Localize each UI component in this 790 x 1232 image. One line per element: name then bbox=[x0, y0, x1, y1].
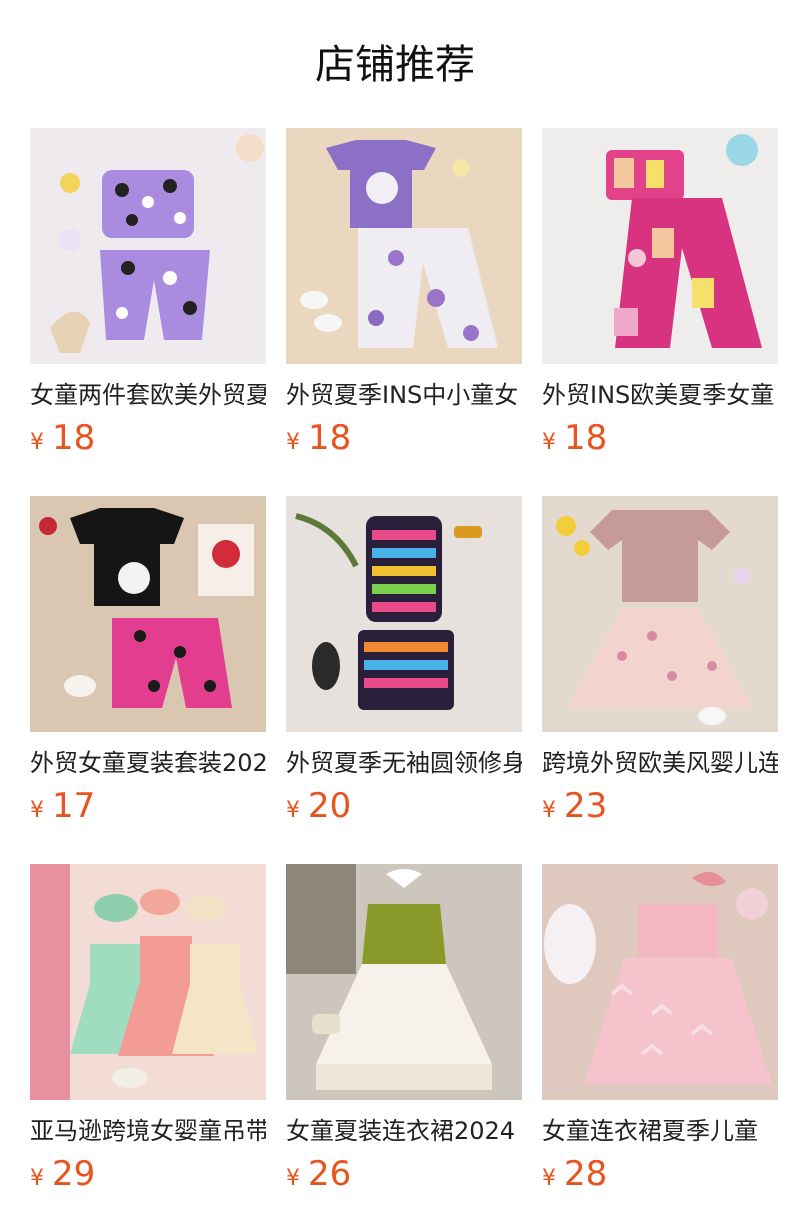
price-amount: 23 bbox=[564, 786, 608, 826]
product-price: ¥17 bbox=[30, 786, 266, 832]
product-price: ¥18 bbox=[30, 418, 266, 464]
product-card[interactable]: 外贸夏季INS中小童女 ¥18 bbox=[286, 128, 522, 496]
price-amount: 26 bbox=[308, 1154, 352, 1194]
product-card[interactable]: 外贸INS欧美夏季女童 ¥18 bbox=[542, 128, 778, 496]
price-amount: 18 bbox=[308, 418, 352, 458]
currency-symbol: ¥ bbox=[30, 1166, 44, 1191]
green-white-tulle-dress-image[interactable] bbox=[286, 864, 522, 1100]
product-name[interactable]: 女童夏装连衣裙2024 bbox=[286, 1114, 522, 1148]
price-amount: 28 bbox=[564, 1154, 608, 1194]
currency-symbol: ¥ bbox=[30, 430, 44, 455]
currency-symbol: ¥ bbox=[542, 1166, 556, 1191]
product-name[interactable]: 外贸夏季无袖圆领修身 bbox=[286, 746, 522, 780]
black-tee-leopard-shorts-image[interactable] bbox=[30, 496, 266, 732]
price-amount: 17 bbox=[52, 786, 96, 826]
product-price: ¥23 bbox=[542, 786, 778, 832]
product-card[interactable]: 女童两件套欧美外贸夏季 ¥18 bbox=[30, 128, 266, 496]
product-name[interactable]: 女童两件套欧美外贸夏季 bbox=[30, 378, 266, 412]
currency-symbol: ¥ bbox=[286, 1166, 300, 1191]
product-price: ¥18 bbox=[286, 418, 522, 464]
product-card[interactable]: 外贸夏季无袖圆领修身 ¥20 bbox=[286, 496, 522, 864]
page-title: 店铺推荐 bbox=[315, 42, 475, 88]
happy-print-tank-shorts-image[interactable] bbox=[286, 496, 522, 732]
product-name[interactable]: 跨境外贸欧美风婴儿连 bbox=[542, 746, 778, 780]
baby-tutu-romper-set-image[interactable] bbox=[30, 864, 266, 1100]
currency-symbol: ¥ bbox=[30, 798, 44, 823]
product-card[interactable]: 女童夏装连衣裙2024 ¥26 bbox=[286, 864, 522, 1232]
pink-print-top-flare-pants-image[interactable] bbox=[542, 128, 778, 364]
product-grid: 女童两件套欧美外贸夏季 ¥18 外贸夏季INS中小童女 ¥18 bbox=[30, 128, 779, 1232]
pink-feather-dress-image[interactable] bbox=[542, 864, 778, 1100]
currency-symbol: ¥ bbox=[542, 430, 556, 455]
product-name[interactable]: 亚马逊跨境女婴童吊带 bbox=[30, 1114, 266, 1148]
product-price: ¥29 bbox=[30, 1154, 266, 1200]
product-card[interactable]: 跨境外贸欧美风婴儿连 ¥23 bbox=[542, 496, 778, 864]
product-card[interactable]: 亚马逊跨境女婴童吊带 ¥29 bbox=[30, 864, 266, 1232]
pink-tulle-baby-dress-image[interactable] bbox=[542, 496, 778, 732]
purple-tee-flare-pants-set-image[interactable] bbox=[286, 128, 522, 364]
currency-symbol: ¥ bbox=[286, 430, 300, 455]
product-name[interactable]: 外贸夏季INS中小童女 bbox=[286, 378, 522, 412]
product-price: ¥18 bbox=[542, 418, 778, 464]
product-name[interactable]: 外贸女童夏装套装2024 bbox=[30, 746, 266, 780]
product-name[interactable]: 外贸INS欧美夏季女童 bbox=[542, 378, 778, 412]
leopard-top-shorts-set-image[interactable] bbox=[30, 128, 266, 364]
currency-symbol: ¥ bbox=[542, 798, 556, 823]
product-name[interactable]: 女童连衣裙夏季儿童 bbox=[542, 1114, 778, 1148]
product-price: ¥20 bbox=[286, 786, 522, 832]
product-price: ¥26 bbox=[286, 1154, 522, 1200]
price-amount: 18 bbox=[564, 418, 608, 458]
price-amount: 20 bbox=[308, 786, 352, 826]
product-price: ¥28 bbox=[542, 1154, 778, 1200]
price-amount: 18 bbox=[52, 418, 96, 458]
price-amount: 29 bbox=[52, 1154, 96, 1194]
currency-symbol: ¥ bbox=[286, 798, 300, 823]
product-card[interactable]: 外贸女童夏装套装2024 ¥17 bbox=[30, 496, 266, 864]
product-card[interactable]: 女童连衣裙夏季儿童 ¥28 bbox=[542, 864, 778, 1232]
